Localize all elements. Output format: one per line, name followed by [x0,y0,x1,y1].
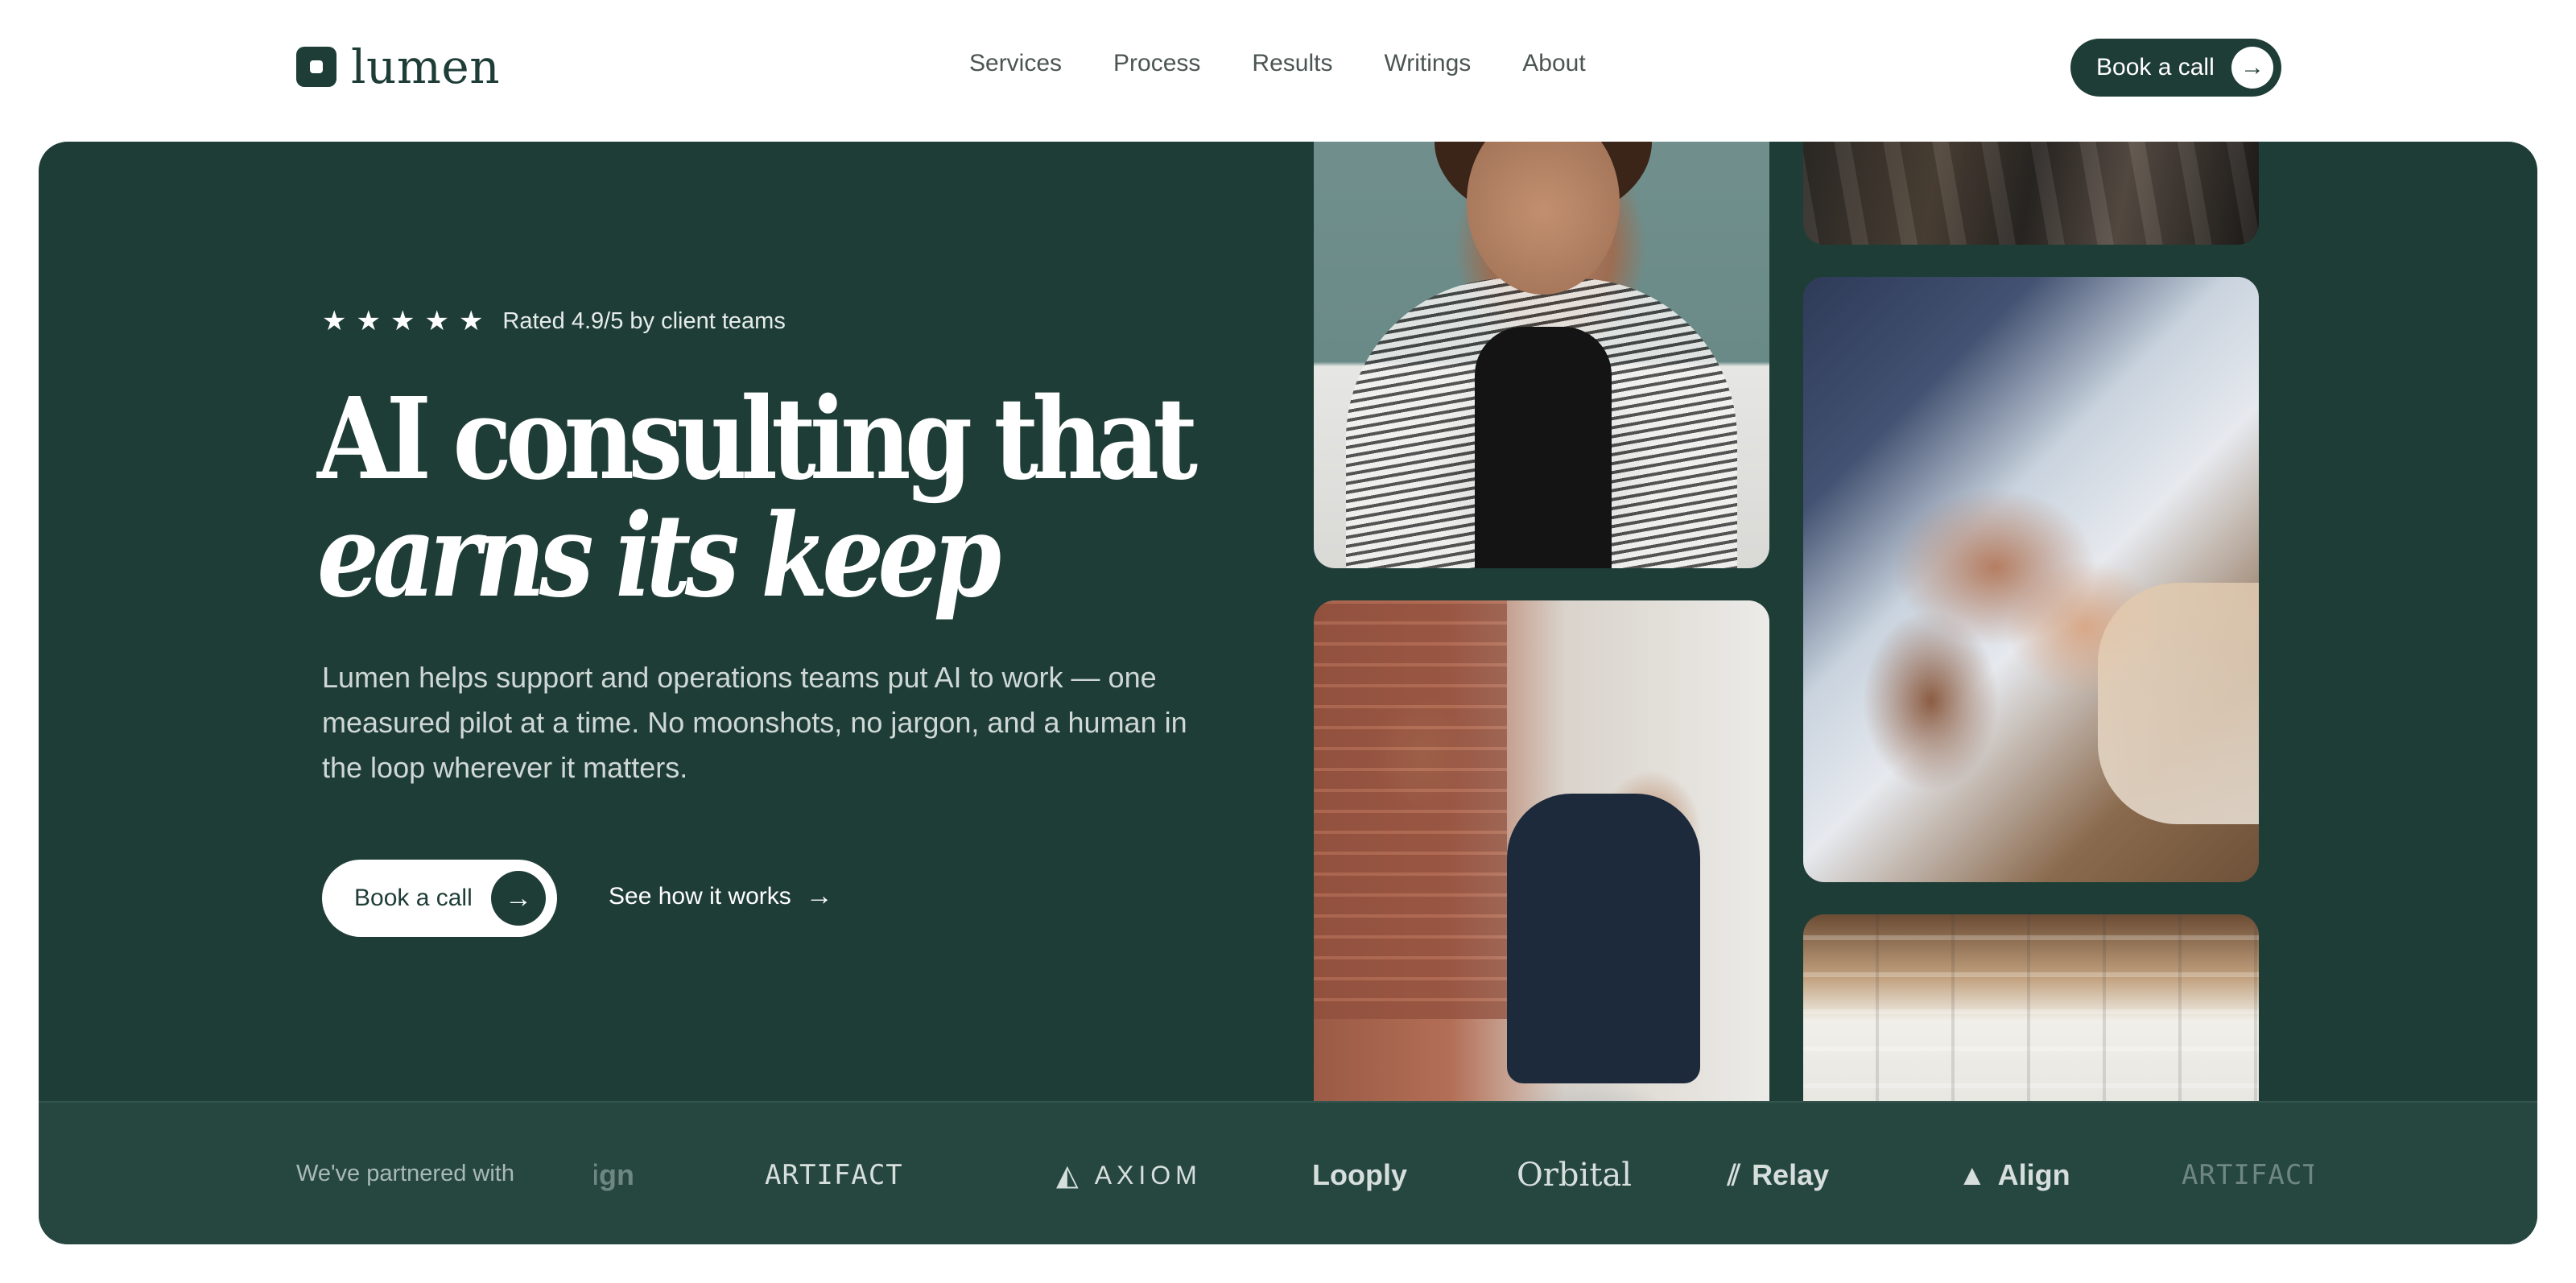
star-icon: ★ [424,306,449,336]
rating: ★ ★ ★ ★ ★ Rated 4.9/5 by client teams [322,307,786,335]
brand-logo[interactable]: lumen [296,39,501,94]
arrow-right-icon: → [805,881,833,911]
hero-subtext: Lumen helps support and operations teams… [322,661,1187,784]
headline-line-2: earns its keep [317,489,1001,623]
hero-book-call-label: Book a call [354,885,473,911]
star-icon: ★ [356,306,381,336]
partner-logo-relay: ⫽ Relay [1728,1146,1829,1204]
arrow-right-icon: → [2231,47,2273,89]
partner-name: Looply [1312,1158,1407,1191]
star-icon: ★ [322,306,347,336]
nav-link-services[interactable]: Services [969,50,1062,77]
partner-logo-align: ▲ Align [1958,1146,2070,1204]
logo-mark-icon [296,47,336,87]
photo-smiling-woman [1314,142,1769,568]
photo-stairs [1803,142,2259,245]
nav-link-results[interactable]: Results [1252,50,1332,77]
hero-book-call-button[interactable]: Book a call → [322,860,557,937]
hero-headline: AI consulting that earns its keep [317,383,1334,613]
partner-name: ARTIFACT [765,1159,903,1191]
partner-logo-align: Align [594,1146,634,1204]
partner-logo-artifact: ARTIFACT [765,1146,903,1204]
partners-strip: We've partnered with Align ARTIFACT ◭ AX… [39,1101,2537,1244]
partner-name: ARTIFACT [2182,1159,2314,1191]
nav-link-process[interactable]: Process [1113,50,1200,77]
nav-links: Services Process Results Writings About [969,50,1586,77]
nav-link-writings[interactable]: Writings [1384,50,1471,77]
partners-label: We've partnered with [296,1161,514,1186]
partner-logo-artifact: ARTIFACT [2182,1146,2314,1204]
top-nav: lumen Services Process Results Writings … [0,0,2576,135]
star-icon: ★ [458,306,484,336]
nav-book-call-label: Book a call [2096,54,2215,80]
brand-name: lumen [351,39,501,94]
axiom-triangle-icon: ◭ [1056,1158,1084,1191]
headline-line-1: AI consulting that [317,373,1198,505]
partner-name: AXIOM [1094,1160,1202,1190]
photo-joined-hands [1803,277,2259,882]
relay-slash-icon: ⫽ [1728,1157,1741,1191]
rating-text: Rated 4.9/5 by client teams [502,307,786,334]
partner-logo-axiom: ◭ AXIOM [1056,1146,1202,1204]
partner-name: Align [594,1158,634,1191]
partner-logo-looply: Looply [1312,1146,1407,1204]
rating-stars: ★ ★ ★ ★ ★ [322,307,483,335]
hero-panel: ★ ★ ★ ★ ★ Rated 4.9/5 by client teams AI… [39,142,2537,1244]
align-mountain-icon: ▲ [1958,1158,1987,1191]
partner-name: Align [1997,1158,2070,1191]
partner-logo-orbital: Orbital [1517,1146,1632,1204]
see-how-it-works-label: See how it works [609,882,791,910]
partner-name: Relay [1752,1158,1830,1191]
star-icon: ★ [390,306,415,336]
nav-book-call-button[interactable]: Book a call → [2070,39,2281,97]
arrow-right-icon: → [491,871,546,926]
partner-name: Orbital [1517,1157,1633,1194]
partner-logos-marquee: Align ARTIFACT ◭ AXIOM Looply Orbital ⫽ … [594,1146,2314,1204]
see-how-it-works-link[interactable]: See how it works → [609,881,833,912]
nav-link-about[interactable]: About [1522,50,1585,77]
